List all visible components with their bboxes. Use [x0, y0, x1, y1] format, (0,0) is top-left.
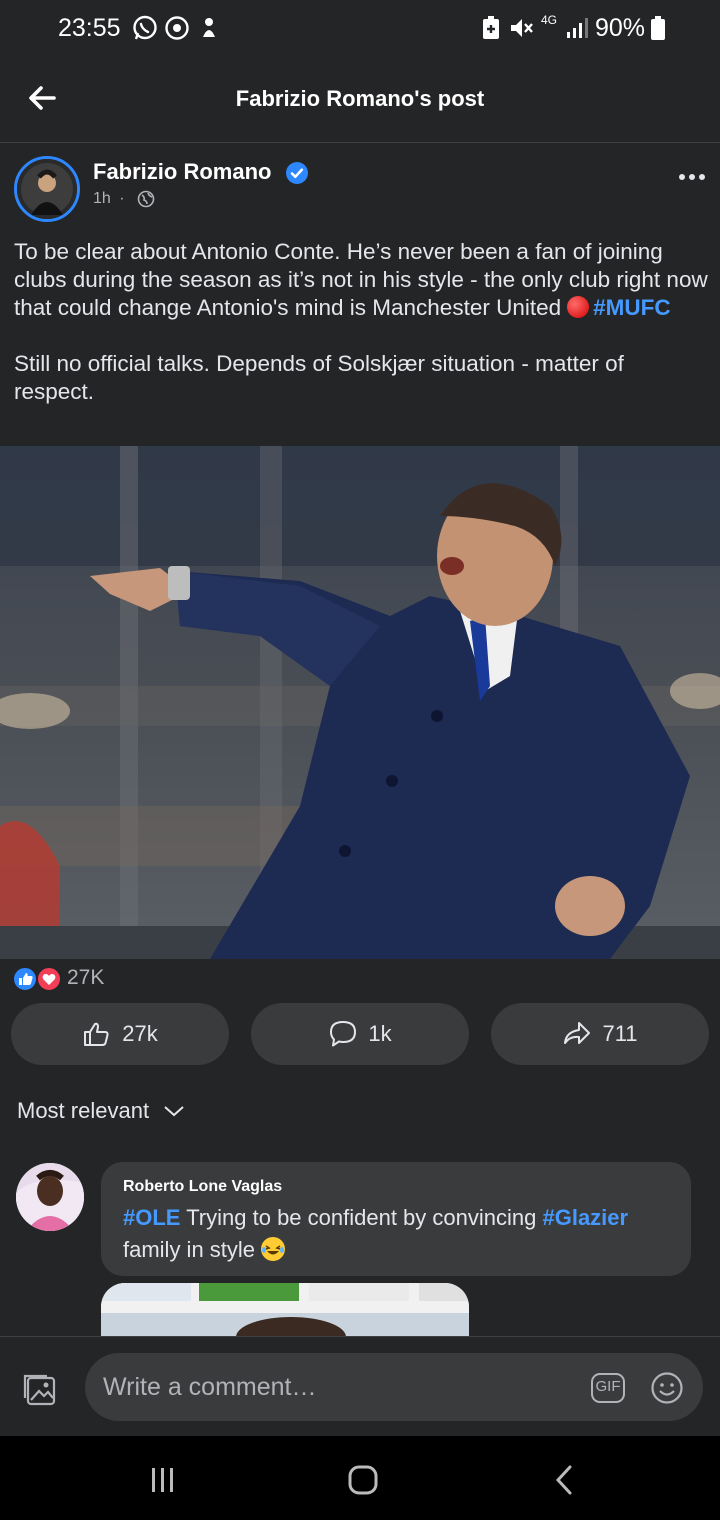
system-nav-bar: [0, 1436, 720, 1520]
chevron-down-icon: [164, 1106, 184, 1117]
thumbs-up-icon: [84, 1022, 109, 1046]
messenger-icon: [165, 16, 189, 40]
commenter-photo: [16, 1163, 84, 1231]
comment-text-part-2: family in style: [123, 1237, 256, 1262]
meta-separator: ·: [119, 190, 125, 207]
battery-percent: 90%: [595, 14, 646, 42]
red-circle-emoji-icon: [567, 296, 590, 318]
gif-label: GIF: [595, 1378, 621, 1395]
emoji-icon[interactable]: [650, 1371, 684, 1405]
share-button[interactable]: 711: [491, 1003, 709, 1065]
more-options-icon[interactable]: [672, 160, 712, 194]
comment-sort-dropdown[interactable]: Most relevant: [17, 1098, 185, 1124]
comment-text: #OLE Trying to be confident by convincin…: [123, 1202, 669, 1266]
globe-icon: [137, 190, 155, 208]
commenter-name[interactable]: Roberto Lone Vaglas: [123, 1178, 669, 1196]
author-photo: [17, 159, 77, 219]
home-icon[interactable]: [341, 1458, 385, 1502]
post-photo[interactable]: [0, 446, 720, 959]
comment-composer: GIF: [0, 1336, 720, 1437]
signal-icon: [567, 18, 588, 38]
commenter-avatar[interactable]: [16, 1163, 84, 1231]
comment-image[interactable]: [101, 1283, 469, 1337]
reaction-icons[interactable]: [12, 966, 64, 992]
comment-bubble-icon: [330, 1021, 357, 1047]
hashtag-link-mufc[interactable]: #MUFC: [593, 295, 671, 320]
hashtag-link-ole[interactable]: #OLE: [123, 1205, 180, 1230]
notification-icon: [203, 18, 215, 37]
gif-button[interactable]: GIF: [590, 1372, 626, 1404]
comment-sort-label: Most relevant: [17, 1098, 150, 1123]
comment-image-illustration: [101, 1283, 469, 1337]
like-button[interactable]: 27k: [11, 1003, 229, 1065]
post-text-paragraph-2: Still no official talks. Depends of Sols…: [14, 351, 624, 404]
photo-attach-icon[interactable]: [22, 1370, 60, 1408]
comment-bubble[interactable]: Roberto Lone Vaglas #OLE Trying to be co…: [101, 1162, 691, 1276]
reaction-count[interactable]: 27K: [67, 966, 104, 990]
share-count: 711: [602, 1021, 638, 1046]
post-meta: 1h ·: [93, 190, 125, 208]
comment-count: 1k: [368, 1021, 392, 1046]
status-time: 23:55: [58, 14, 121, 42]
photo-illustration: [0, 446, 720, 959]
comment-text-part-1: Trying to be confident by convincing: [186, 1205, 537, 1230]
back-nav-icon[interactable]: [543, 1458, 587, 1502]
post-time[interactable]: 1h: [93, 190, 111, 207]
page-header: Fabrizio Romano's post: [0, 58, 720, 143]
network-type: 4G: [541, 13, 558, 27]
battery-icon: [651, 16, 665, 40]
mute-icon: [511, 19, 533, 37]
laughing-emoji-icon: [261, 1237, 286, 1261]
hashtag-link-glazier[interactable]: #Glazier: [542, 1205, 628, 1230]
comment-button[interactable]: 1k: [251, 1003, 469, 1065]
battery-saver-icon: [483, 16, 499, 39]
share-arrow-icon: [564, 1022, 591, 1044]
author-name[interactable]: Fabrizio Romano: [93, 159, 271, 185]
recent-apps-icon[interactable]: [141, 1458, 185, 1502]
page-title: Fabrizio Romano's post: [235, 86, 485, 111]
whatsapp-icon: [133, 15, 157, 40]
verified-badge-icon: [286, 162, 308, 184]
status-bar: 23:55 4G 90%: [0, 0, 720, 58]
author-avatar[interactable]: [14, 156, 80, 222]
like-count: 27k: [122, 1021, 158, 1046]
post-text: To be clear about Antonio Conte. He’s ne…: [14, 238, 709, 406]
